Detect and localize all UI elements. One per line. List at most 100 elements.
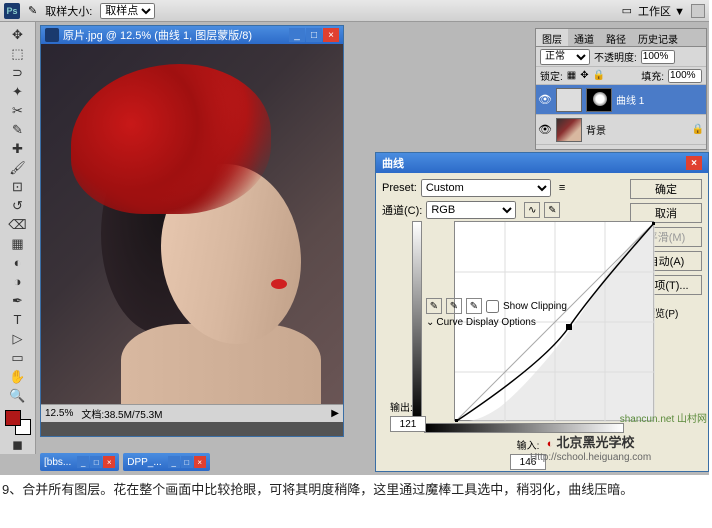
fill-input[interactable]: [668, 69, 702, 83]
channel-select[interactable]: RGB: [426, 201, 516, 219]
expand-icon[interactable]: ⌄: [426, 317, 434, 328]
layer-mask-thumb[interactable]: [586, 88, 612, 112]
move-tool[interactable]: ✥: [7, 26, 29, 43]
image-lips: [271, 279, 287, 289]
ok-button[interactable]: 确定: [630, 179, 702, 199]
output-input[interactable]: [390, 416, 426, 432]
dialog-titlebar[interactable]: 曲线 ×: [376, 153, 708, 173]
dodge-tool[interactable]: ◑: [7, 273, 29, 290]
layers-panel: 图层 通道 路径 历史记录 正常 不透明度: 锁定: ▦ ✥ 🔒 填充: 👁 曲…: [535, 28, 707, 150]
pen-tool[interactable]: ✒: [7, 292, 29, 309]
tab2-max-icon[interactable]: □: [181, 456, 193, 468]
workspace-menu[interactable]: 工作区 ▼: [638, 3, 685, 19]
path-tool[interactable]: ▷: [7, 330, 29, 347]
doc-close-icon[interactable]: ×: [323, 28, 339, 42]
watermark: shancun.net 山村网: [620, 410, 707, 425]
stamp-tool[interactable]: ⊡: [7, 178, 29, 195]
cancel-button[interactable]: 取消: [630, 203, 702, 223]
adjustment-thumb[interactable]: [556, 88, 582, 112]
layer-row-curves[interactable]: 👁 曲线 1: [536, 85, 706, 115]
wand-tool[interactable]: ✦: [7, 83, 29, 100]
document-title: 原片.jpg @ 12.5% (曲线 1, 图层蒙版/8): [63, 27, 252, 43]
taskbar-tab-2[interactable]: DPP_... _□×: [123, 453, 209, 471]
doc-minimize-icon[interactable]: _: [289, 28, 305, 42]
doc-taskbar: [bbs... _□× DPP_... _□×: [40, 453, 210, 471]
tab-history[interactable]: 历史记录: [632, 29, 684, 46]
shape-tool[interactable]: ▭: [7, 349, 29, 366]
eyedropper-tool[interactable]: ✎: [7, 121, 29, 138]
show-clipping-checkbox[interactable]: [486, 300, 499, 313]
black-point-icon[interactable]: ✎: [426, 298, 442, 314]
status-menu-icon[interactable]: ▶: [331, 408, 339, 419]
document-window: 原片.jpg @ 12.5% (曲线 1, 图层蒙版/8) _ □ × 12.5…: [40, 25, 344, 437]
screen-mode-icon[interactable]: ▭: [622, 4, 632, 17]
white-point-icon[interactable]: ✎: [466, 298, 482, 314]
tab1-max-icon[interactable]: □: [90, 456, 102, 468]
tab2-close-icon[interactable]: ×: [194, 456, 206, 468]
channel-label: 通道(C):: [382, 202, 422, 218]
tab1-close-icon[interactable]: ×: [103, 456, 115, 468]
quickmask-tool[interactable]: ◼: [7, 437, 29, 454]
blur-tool[interactable]: ◐: [7, 254, 29, 271]
taskbar-tab-1-label: [bbs...: [44, 457, 71, 468]
preset-label: Preset:: [382, 182, 417, 194]
credit-url: Http://school.heiguang.com: [530, 452, 651, 463]
zoom-tool[interactable]: 🔍: [7, 387, 29, 404]
type-tool[interactable]: T: [7, 311, 29, 328]
doc-maximize-icon[interactable]: □: [306, 28, 322, 42]
sample-size-select[interactable]: 取样点: [100, 3, 155, 19]
tab-paths[interactable]: 路径: [600, 29, 632, 46]
layer-name[interactable]: 曲线 1: [616, 92, 644, 107]
brush-tool[interactable]: 🖌: [7, 159, 29, 176]
lock-all-icon[interactable]: 🔒: [593, 70, 605, 81]
document-statusbar: 12.5% 文档:38.5M/75.3M ▶: [41, 404, 343, 422]
canvas[interactable]: [41, 44, 343, 404]
pencil-tool-icon[interactable]: ✎: [544, 202, 560, 218]
color-swatches[interactable]: [5, 410, 31, 435]
document-titlebar[interactable]: 原片.jpg @ 12.5% (曲线 1, 图层蒙版/8) _ □ ×: [41, 26, 343, 44]
layer-name[interactable]: 背景: [586, 122, 606, 137]
preset-select[interactable]: Custom: [421, 179, 551, 197]
crop-tool[interactable]: ✂: [7, 102, 29, 119]
eraser-tool[interactable]: ⌫: [7, 216, 29, 233]
output-label: 输出:: [390, 399, 413, 414]
marquee-tool[interactable]: ⬚: [7, 45, 29, 62]
display-options-label[interactable]: Curve Display Options: [436, 317, 535, 328]
fg-color[interactable]: [5, 410, 21, 426]
ps-logo: Ps: [4, 3, 20, 19]
fill-label: 填充:: [641, 68, 664, 83]
opacity-label: 不透明度:: [594, 49, 637, 64]
tab1-min-icon[interactable]: _: [77, 456, 89, 468]
tab-channels[interactable]: 通道: [568, 29, 600, 46]
lock-label: 锁定:: [540, 68, 563, 83]
hand-tool[interactable]: ✋: [7, 368, 29, 385]
history-brush-tool[interactable]: ↺: [7, 197, 29, 214]
lock-position-icon[interactable]: ✥: [580, 70, 588, 81]
tab2-min-icon[interactable]: _: [168, 456, 180, 468]
dialog-title: 曲线: [382, 155, 404, 171]
gradient-tool[interactable]: ▦: [7, 235, 29, 252]
taskbar-tab-1[interactable]: [bbs... _□×: [40, 453, 119, 471]
visibility-icon[interactable]: 👁: [538, 123, 552, 136]
preset-menu-icon[interactable]: ≡: [559, 182, 565, 194]
credit: ◐ 北京黑光学校 Http://school.heiguang.com: [530, 432, 651, 463]
dialog-close-icon[interactable]: ×: [686, 156, 702, 170]
lasso-tool[interactable]: ⊃: [7, 64, 29, 81]
gray-point-icon[interactable]: ✎: [446, 298, 462, 314]
minimize-icon[interactable]: [691, 4, 705, 18]
healing-tool[interactable]: ✚: [7, 140, 29, 157]
taskbar-tab-2-label: DPP_...: [127, 457, 161, 468]
layer-thumb[interactable]: [556, 118, 582, 142]
eyedropper-icon[interactable]: ✎: [28, 4, 37, 17]
zoom-level[interactable]: 12.5%: [45, 408, 73, 419]
blend-mode-select[interactable]: 正常: [540, 49, 590, 65]
layer-row-bg[interactable]: 👁 背景 🔒: [536, 115, 706, 145]
image-flowers: [71, 64, 271, 214]
opacity-input[interactable]: [641, 50, 675, 64]
tab-layers[interactable]: 图层: [536, 29, 568, 46]
doc-filesize: 文档:38.5M/75.3M: [81, 406, 162, 421]
curve-tool-icon[interactable]: ∿: [524, 202, 540, 218]
lock-pixels-icon[interactable]: ▦: [567, 70, 576, 81]
tools-panel: ✥ ⬚ ⊃ ✦ ✂ ✎ ✚ 🖌 ⊡ ↺ ⌫ ▦ ◐ ◑ ✒ T ▷ ▭ ✋ 🔍 …: [0, 22, 36, 454]
visibility-icon[interactable]: 👁: [538, 93, 552, 106]
